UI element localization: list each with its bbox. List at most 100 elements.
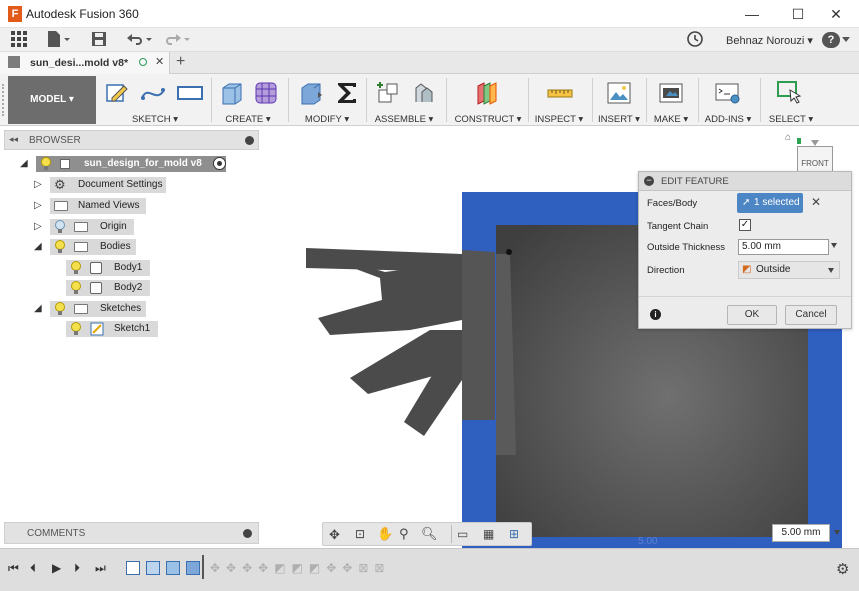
joint-icon[interactable]	[410, 80, 436, 106]
sketch-menu[interactable]: SKETCH ▾	[100, 114, 210, 125]
measure-ruler-icon[interactable]	[546, 80, 573, 106]
tree-row-body2[interactable]: Body2	[64, 279, 184, 297]
direction-dropdown-icon[interactable]	[828, 268, 834, 273]
expanded-arrow-icon[interactable]: ◢	[34, 241, 44, 253]
visibility-bulb-icon[interactable]	[54, 302, 66, 316]
addins-group[interactable]: ADD-INS ▾	[700, 74, 756, 126]
timeline-sketch-icon[interactable]	[126, 561, 140, 575]
3d-print-icon[interactable]	[658, 80, 684, 106]
construct-menu[interactable]: CONSTRUCT ▾	[450, 114, 526, 125]
addins-menu[interactable]: ADD-INS ▾	[700, 114, 756, 125]
rectangle-icon[interactable]	[176, 80, 203, 106]
select-cursor-icon[interactable]	[776, 80, 802, 106]
sun-body[interactable]	[305, 248, 495, 436]
grid-settings-icon[interactable]: ▦	[483, 527, 494, 541]
collapsed-arrow-icon[interactable]: ▷	[34, 200, 44, 212]
create-group[interactable]: CREATE ▾	[213, 74, 283, 126]
workspace-switcher-button[interactable]: MODEL ▾	[8, 76, 96, 124]
help-dropdown-icon[interactable]	[842, 37, 850, 42]
inspect-group[interactable]: INSPECT ▾	[530, 74, 588, 126]
go-to-start-icon[interactable]: ⏮	[8, 561, 19, 576]
cancel-button[interactable]: Cancel	[785, 305, 837, 325]
home-view-icon[interactable]: ⌂	[785, 132, 791, 143]
create-menu[interactable]: CREATE ▾	[213, 114, 283, 125]
save-icon[interactable]	[90, 30, 108, 50]
viewcube-up-arrow-icon[interactable]	[811, 140, 819, 146]
tree-row-origin[interactable]: ▷ Origin	[34, 218, 234, 236]
zoom-icon[interactable]: ⚲	[399, 526, 409, 542]
direction-select[interactable]: ◩ Outside	[738, 261, 840, 279]
clear-selection-icon[interactable]: ✕	[811, 195, 821, 209]
tree-row-sketch1[interactable]: Sketch1	[64, 320, 184, 338]
visibility-bulb-icon[interactable]	[54, 240, 66, 254]
viewcube-face[interactable]: FRONT	[797, 146, 833, 172]
compute-all-sigma-icon[interactable]	[334, 80, 360, 106]
make-menu[interactable]: MAKE ▾	[648, 114, 694, 125]
modify-menu[interactable]: MODIFY ▾	[290, 114, 364, 125]
close-window-button[interactable]: ✕	[813, 0, 859, 28]
help-icon[interactable]: ?	[822, 32, 840, 48]
play-icon[interactable]: ▶	[52, 561, 61, 575]
tangent-chain-checkbox[interactable]: ✓	[739, 219, 751, 231]
modify-group[interactable]: MODIFY ▾	[290, 74, 364, 126]
timeline-extrude-icon[interactable]	[166, 561, 180, 575]
scripts-addins-icon[interactable]	[714, 80, 740, 106]
tree-row-root[interactable]: ◢ sun_design_for_mold v8	[20, 155, 250, 173]
fit-zoom-icon[interactable]: 🔍︎	[421, 526, 438, 542]
timeline-suppressed-features[interactable]: ✥✥✥✥◩◩◩✥✥⊠⊠	[210, 561, 400, 575]
inspect-menu[interactable]: INSPECT ▾	[530, 114, 588, 125]
viewports-icon[interactable]: ⊞	[509, 527, 519, 541]
select-menu[interactable]: SELECT ▾	[762, 114, 820, 125]
timeline-feature-list[interactable]: ✥✥✥✥◩◩◩✥✥⊠⊠	[120, 555, 410, 581]
expanded-arrow-icon[interactable]: ◢	[34, 303, 44, 315]
tree-row-document-settings[interactable]: ▷ ⚙ Document Settings	[34, 176, 234, 194]
timeline-shell-icon[interactable]	[186, 561, 200, 575]
create-sketch-icon[interactable]	[104, 80, 130, 106]
extrude-icon[interactable]	[219, 80, 245, 106]
go-to-end-icon[interactable]: ⏭	[95, 561, 106, 576]
data-panel-grid-icon[interactable]	[10, 30, 28, 50]
dimension-dropdown-icon[interactable]	[834, 530, 840, 535]
add-comment-icon[interactable]	[243, 529, 252, 538]
step-back-icon[interactable]: ⏴	[30, 561, 36, 576]
tree-row-named-views[interactable]: ▷ Named Views	[34, 197, 234, 215]
visibility-bulb-icon[interactable]	[40, 157, 52, 171]
redo-icon[interactable]	[162, 30, 192, 50]
step-forward-icon[interactable]: ⏵	[74, 561, 80, 576]
insert-image-icon[interactable]	[606, 80, 632, 106]
visibility-bulb-icon[interactable]	[70, 281, 82, 295]
dimension-input[interactable]: 5.00 mm	[772, 524, 830, 542]
timeline-extrude-icon[interactable]	[146, 561, 160, 575]
info-icon[interactable]: i	[650, 309, 661, 320]
timeline-settings-gear-icon[interactable]: ⚙	[836, 560, 849, 578]
thickness-dropdown-icon[interactable]	[831, 243, 837, 248]
collapse-browser-icon[interactable]: ◂◂	[9, 134, 18, 145]
collapse-dialog-icon[interactable]: −	[644, 176, 654, 186]
visibility-bulb-off-icon[interactable]	[54, 220, 66, 234]
visibility-bulb-icon[interactable]	[70, 261, 82, 275]
tree-row-body1[interactable]: Body1	[64, 259, 184, 277]
assemble-menu[interactable]: ASSEMBLE ▾	[368, 114, 440, 125]
collapsed-arrow-icon[interactable]: ▷	[34, 179, 44, 191]
tree-row-sketches[interactable]: ◢ Sketches	[34, 300, 234, 318]
new-tab-button[interactable]: +	[176, 53, 185, 71]
spline-icon[interactable]	[140, 80, 166, 106]
document-tab[interactable]: sun_desi...mold v8* ✕	[0, 52, 170, 74]
orbit-icon[interactable]: ✥	[329, 527, 340, 543]
browser-options-icon[interactable]	[245, 136, 254, 145]
select-group[interactable]: SELECT ▾	[762, 74, 820, 126]
construct-group[interactable]: CONSTRUCT ▾	[450, 74, 526, 126]
make-group[interactable]: MAKE ▾	[648, 74, 694, 126]
press-pull-icon[interactable]	[298, 80, 324, 106]
faces-body-selection-button[interactable]: ➚ 1 selected	[737, 193, 803, 213]
form-icon[interactable]	[253, 80, 279, 106]
sketch-group[interactable]: SKETCH ▾	[100, 74, 210, 126]
collapsed-arrow-icon[interactable]: ▷	[34, 221, 44, 233]
assemble-group[interactable]: ASSEMBLE ▾	[368, 74, 440, 126]
pan-hand-icon[interactable]: ✋	[377, 526, 393, 542]
offset-plane-icon[interactable]	[474, 80, 500, 106]
expanded-arrow-icon[interactable]: ◢	[20, 158, 30, 170]
activate-component-radio[interactable]	[213, 157, 226, 170]
minimize-button[interactable]: —	[729, 0, 775, 28]
timeline-marker[interactable]	[202, 555, 204, 579]
